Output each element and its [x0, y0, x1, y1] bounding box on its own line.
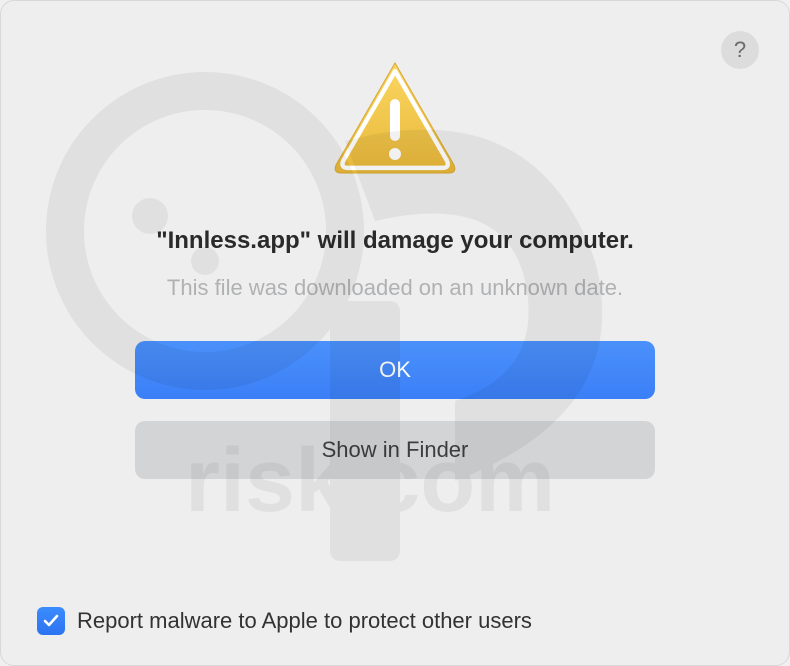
report-malware-row: Report malware to Apple to protect other… [37, 607, 532, 635]
help-icon: ? [734, 37, 746, 63]
warning-icon-container [1, 57, 789, 177]
warning-icon [330, 57, 460, 177]
report-malware-checkbox[interactable] [37, 607, 65, 635]
report-malware-label[interactable]: Report malware to Apple to protect other… [77, 608, 532, 634]
ok-button[interactable]: OK [135, 341, 655, 399]
checkmark-icon [42, 612, 60, 630]
show-in-finder-button[interactable]: Show in Finder [135, 421, 655, 479]
dialog-heading: "Innless.app" will damage your computer. [41, 227, 749, 255]
alert-dialog: ? risk.com [0, 0, 790, 666]
help-button[interactable]: ? [721, 31, 759, 69]
dialog-subtext: This file was downloaded on an unknown d… [41, 275, 749, 301]
